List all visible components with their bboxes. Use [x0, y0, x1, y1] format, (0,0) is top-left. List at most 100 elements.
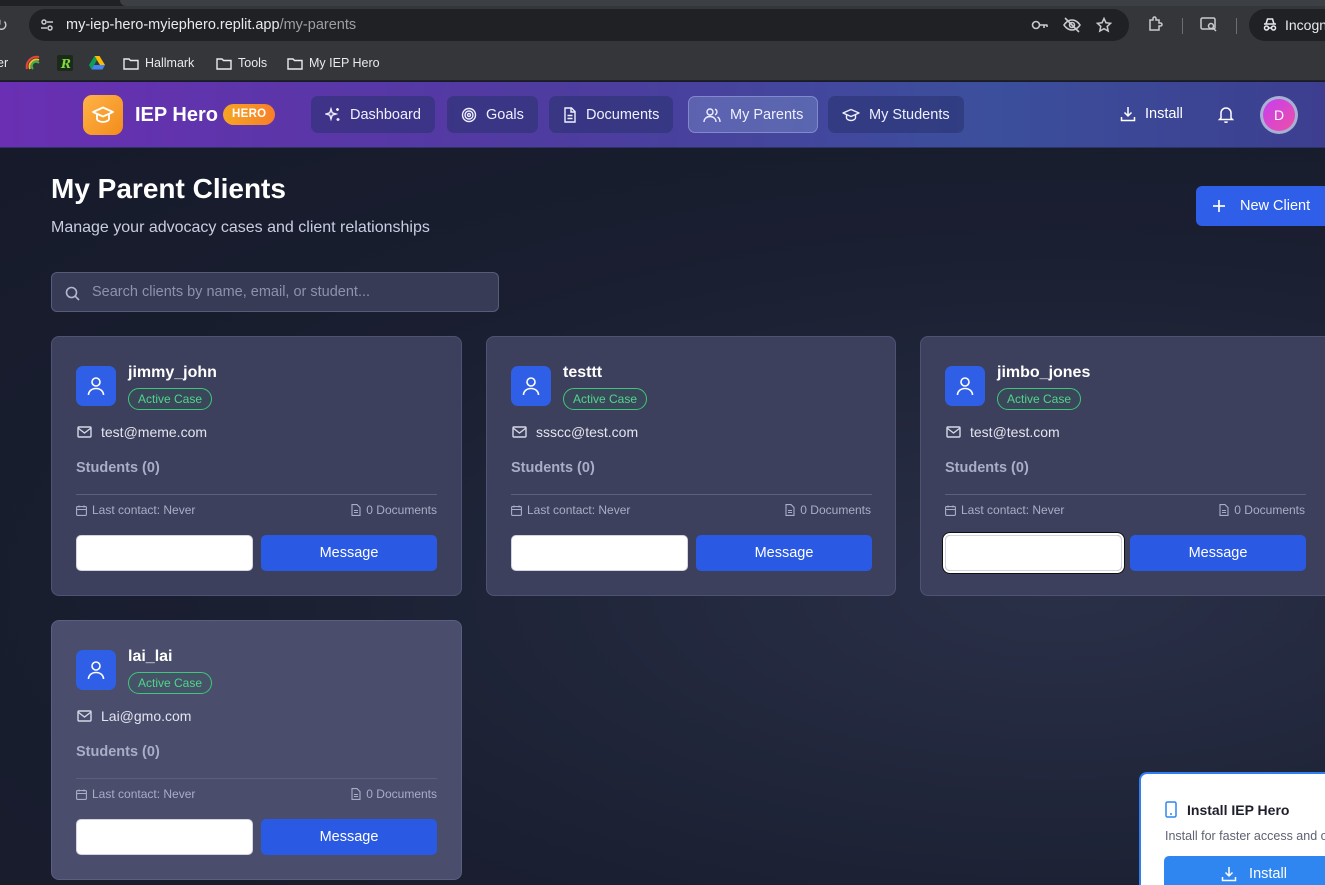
- search-icon: [65, 286, 80, 301]
- user-icon: [956, 377, 974, 396]
- client-avatar: [76, 366, 116, 406]
- page-subtitle: Manage your advocacy cases and client re…: [51, 219, 430, 236]
- client-card: testtt Active Case ssscc@test.com Studen…: [486, 336, 896, 596]
- file-icon: [351, 788, 361, 800]
- calendar-icon: [511, 505, 522, 516]
- graduation-cap-icon: [92, 106, 114, 123]
- bookmark-folder-my-iep-hero[interactable]: My IEP Hero: [287, 54, 380, 72]
- r-favicon-icon[interactable]: R: [57, 55, 73, 71]
- mail-icon: [77, 710, 92, 722]
- site-settings-icon[interactable]: [39, 17, 55, 33]
- folder-icon: [123, 57, 139, 70]
- calendar-icon: [76, 505, 87, 516]
- mail-icon: [77, 426, 92, 438]
- bookmarks-bar: er R Hallmark Tools My IEP Hero: [0, 46, 1325, 81]
- nav-dashboard[interactable]: Dashboard: [311, 96, 435, 133]
- status-badge: Active Case: [563, 388, 648, 410]
- view-client-button[interactable]: [511, 535, 688, 571]
- file-icon: [351, 504, 361, 516]
- students-count: Students (0): [76, 744, 160, 760]
- message-button[interactable]: Message: [261, 819, 437, 855]
- card-divider: [945, 494, 1306, 495]
- client-avatar: [511, 366, 551, 406]
- message-button[interactable]: Message: [1130, 535, 1306, 571]
- message-button[interactable]: Message: [696, 535, 872, 571]
- logo[interactable]: [83, 95, 123, 135]
- client-email: ssscc@test.com: [512, 424, 638, 440]
- rainbow-favicon-icon[interactable]: [25, 55, 41, 71]
- client-name: lai_lai: [128, 648, 173, 665]
- documents-count: 0 Documents: [351, 787, 437, 801]
- nav-documents[interactable]: Documents: [549, 96, 674, 133]
- mail-icon: [512, 426, 527, 438]
- header-install-button[interactable]: Install: [1120, 106, 1183, 122]
- user-icon: [87, 377, 105, 396]
- eye-off-icon[interactable]: [1063, 17, 1081, 33]
- client-email: test@test.com: [946, 424, 1060, 440]
- sparkles-icon: [325, 106, 340, 121]
- status-badge: Active Case: [128, 672, 213, 694]
- view-client-button[interactable]: [76, 535, 253, 571]
- view-client-button[interactable]: [76, 819, 253, 855]
- students-count: Students (0): [945, 460, 1029, 476]
- last-contact: Last contact: Never: [76, 503, 195, 517]
- target-icon: [461, 107, 477, 122]
- client-card: jimmy_john Active Case test@meme.com Stu…: [51, 336, 462, 596]
- incognito-profile-button[interactable]: Incogn: [1249, 9, 1325, 41]
- card-divider: [76, 494, 437, 495]
- graduation-cap-icon: [842, 108, 860, 121]
- download-icon: [1221, 867, 1237, 882]
- reload-icon[interactable]: ↻: [0, 16, 8, 36]
- bookmark-item[interactable]: er: [0, 54, 8, 72]
- client-card: lai_lai Active Case Lai@gmo.com Students…: [51, 620, 462, 880]
- file-icon: [785, 504, 795, 516]
- client-avatar: [76, 650, 116, 690]
- message-button[interactable]: Message: [261, 535, 437, 571]
- nav-my-students[interactable]: My Students: [828, 96, 964, 133]
- bell-icon[interactable]: [1218, 106, 1234, 123]
- extensions-icon[interactable]: [1147, 16, 1163, 32]
- client-card: jimbo_jones Active Case test@test.com St…: [920, 336, 1325, 596]
- client-email: test@meme.com: [77, 424, 207, 440]
- client-name: testtt: [563, 364, 603, 381]
- google-drive-icon[interactable]: [89, 55, 105, 70]
- user-icon: [87, 661, 105, 680]
- mail-icon: [946, 426, 961, 438]
- download-icon: [1120, 107, 1136, 122]
- browser-toolbar: ↻ my-iep-hero-myiephero.replit.app/my-pa…: [0, 6, 1325, 46]
- bookmark-folder-hallmark[interactable]: Hallmark: [123, 54, 194, 72]
- bookmark-folder-tools[interactable]: Tools: [216, 54, 267, 72]
- star-icon[interactable]: [1096, 17, 1112, 33]
- client-avatar: [945, 366, 985, 406]
- users-icon: [703, 107, 721, 122]
- file-icon: [1219, 504, 1229, 516]
- status-badge: Active Case: [997, 388, 1082, 410]
- card-divider: [76, 778, 437, 779]
- students-count: Students (0): [511, 460, 595, 476]
- hero-badge: HERO: [223, 104, 276, 125]
- last-contact: Last contact: Never: [76, 787, 195, 801]
- documents-count: 0 Documents: [785, 503, 871, 517]
- search-input[interactable]: [92, 273, 492, 311]
- calendar-icon: [945, 505, 956, 516]
- address-bar[interactable]: my-iep-hero-myiephero.replit.app/my-pare…: [29, 9, 1129, 41]
- folder-icon: [287, 57, 303, 70]
- document-icon: [564, 106, 576, 123]
- svg-text:R: R: [60, 57, 71, 71]
- new-client-button[interactable]: New Client: [1196, 186, 1325, 226]
- key-icon[interactable]: [1031, 17, 1049, 33]
- url-text: my-iep-hero-myiephero.replit.app/my-pare…: [66, 17, 357, 33]
- client-search: [51, 272, 499, 312]
- brand-name: IEP Hero: [135, 104, 218, 126]
- documents-count: 0 Documents: [351, 503, 437, 517]
- client-name: jimmy_john: [128, 364, 217, 381]
- view-client-button[interactable]: [943, 533, 1124, 573]
- nav-my-parents[interactable]: My Parents: [688, 96, 819, 133]
- page-title: My Parent Clients: [51, 173, 286, 204]
- tab-search-icon[interactable]: [1200, 16, 1218, 32]
- user-avatar[interactable]: D: [1260, 96, 1298, 134]
- client-email: Lai@gmo.com: [77, 708, 191, 724]
- user-icon: [522, 377, 540, 396]
- install-prompt-button[interactable]: Install: [1164, 856, 1325, 885]
- nav-goals[interactable]: Goals: [447, 96, 538, 133]
